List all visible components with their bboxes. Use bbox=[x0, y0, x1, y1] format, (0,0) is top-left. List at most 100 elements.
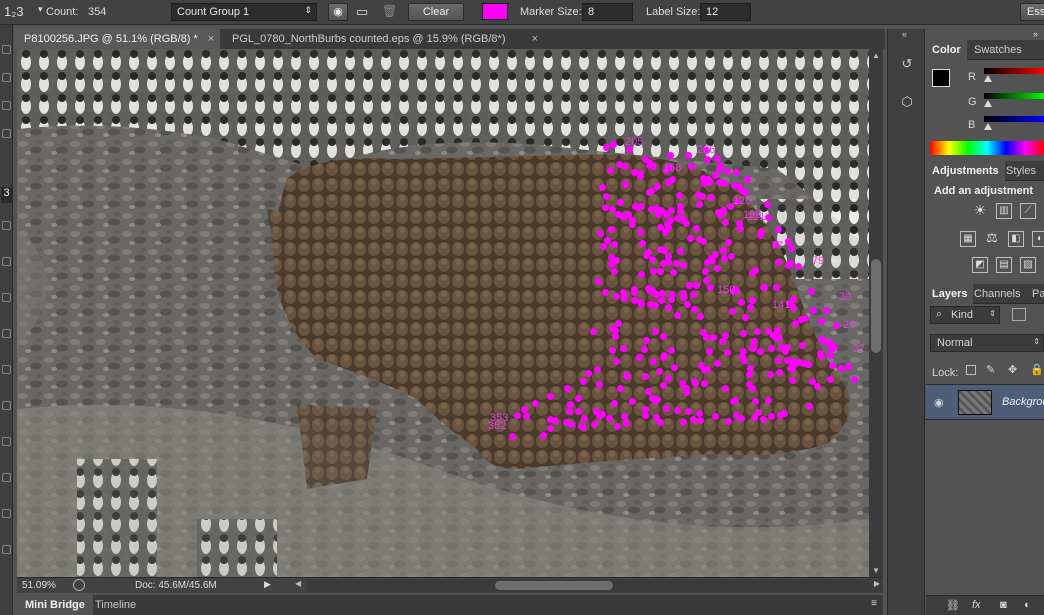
count-marker[interactable] bbox=[663, 404, 670, 412]
count-marker[interactable] bbox=[679, 418, 687, 426]
count-marker[interactable] bbox=[737, 414, 745, 422]
tab-pgl-0780[interactable]: PGL_0780_NorthBurbs counted.eps @ 15.9% … bbox=[222, 29, 544, 49]
count-marker[interactable] bbox=[605, 415, 613, 423]
count-marker[interactable] bbox=[751, 338, 759, 346]
count-marker[interactable] bbox=[653, 204, 660, 212]
count-marker[interactable] bbox=[745, 370, 753, 378]
count-marker[interactable] bbox=[672, 260, 680, 268]
stamp-tool-icon[interactable] bbox=[2, 257, 11, 266]
red-slider-handle-icon[interactable] bbox=[984, 75, 992, 82]
count-marker[interactable] bbox=[765, 214, 773, 222]
layer-filter-kind-select[interactable]: ⌕ Kind ⇕ bbox=[930, 306, 1000, 324]
count-marker[interactable] bbox=[584, 370, 592, 378]
count-marker[interactable] bbox=[665, 304, 673, 312]
count-marker[interactable] bbox=[508, 433, 516, 441]
move-tool-icon[interactable] bbox=[2, 45, 11, 54]
count-marker[interactable] bbox=[581, 415, 589, 423]
count-marker[interactable] bbox=[784, 343, 792, 351]
count-marker[interactable] bbox=[594, 366, 602, 374]
count-marker[interactable] bbox=[657, 296, 665, 304]
tab-paths[interactable]: Pa bbox=[1026, 284, 1044, 304]
count-marker[interactable] bbox=[690, 290, 698, 298]
count-marker[interactable] bbox=[691, 377, 699, 385]
count-marker[interactable] bbox=[656, 368, 664, 376]
count-marker[interactable] bbox=[827, 346, 835, 354]
count-marker[interactable] bbox=[608, 347, 616, 355]
count-marker[interactable] bbox=[664, 220, 672, 228]
count-marker[interactable] bbox=[707, 193, 715, 201]
count-marker[interactable] bbox=[622, 163, 630, 171]
count-marker[interactable] bbox=[611, 326, 619, 334]
count-marker[interactable] bbox=[724, 417, 732, 425]
count-marker[interactable] bbox=[724, 348, 732, 356]
count-marker[interactable] bbox=[676, 247, 684, 255]
count-marker[interactable] bbox=[722, 218, 730, 226]
count-marker[interactable] bbox=[752, 267, 760, 275]
count-marker[interactable] bbox=[696, 200, 704, 208]
label-size-input[interactable]: 12 bbox=[700, 3, 751, 21]
count-marker[interactable] bbox=[714, 360, 722, 368]
count-marker[interactable] bbox=[641, 156, 649, 164]
count-marker[interactable] bbox=[595, 381, 603, 389]
crop-tool-icon[interactable] bbox=[2, 129, 11, 138]
count-marker[interactable] bbox=[547, 425, 555, 433]
count-marker[interactable] bbox=[850, 375, 858, 383]
document-canvas[interactable]: 205 206 120 138 121 77 79 30 27 26 353 3… bbox=[17, 49, 869, 577]
count-marker[interactable] bbox=[616, 385, 624, 393]
clear-button[interactable]: Clear bbox=[408, 3, 464, 21]
count-marker[interactable] bbox=[580, 424, 588, 432]
green-slider[interactable] bbox=[984, 93, 1044, 99]
3d-icon[interactable]: ⬡ bbox=[898, 93, 916, 111]
posterize-icon[interactable]: ▤ bbox=[996, 257, 1012, 273]
count-marker[interactable] bbox=[750, 413, 758, 421]
count-marker[interactable] bbox=[684, 151, 692, 159]
count-marker[interactable] bbox=[520, 405, 528, 413]
count-marker[interactable] bbox=[610, 267, 618, 275]
count-marker[interactable] bbox=[646, 300, 654, 308]
count-marker[interactable] bbox=[766, 370, 774, 378]
count-marker[interactable] bbox=[703, 156, 711, 164]
levels-icon[interactable]: ▥ bbox=[996, 203, 1012, 219]
count-marker[interactable] bbox=[683, 300, 691, 308]
count-marker[interactable] bbox=[597, 230, 605, 238]
count-marker[interactable] bbox=[721, 254, 729, 262]
count-marker[interactable] bbox=[799, 360, 807, 368]
count-marker[interactable] bbox=[687, 162, 695, 170]
count-marker[interactable] bbox=[617, 198, 625, 206]
image-filter-icon[interactable] bbox=[1012, 308, 1026, 321]
blend-mode-select[interactable]: Normal ⇕ bbox=[930, 334, 1044, 352]
count-marker[interactable] bbox=[522, 412, 530, 420]
count-marker[interactable] bbox=[563, 385, 571, 393]
vertical-scroll-thumb[interactable] bbox=[871, 259, 881, 353]
count-marker[interactable] bbox=[712, 412, 720, 420]
count-marker[interactable] bbox=[637, 229, 645, 237]
count-marker[interactable] bbox=[724, 168, 732, 176]
tab-styles[interactable]: Styles bbox=[1000, 161, 1042, 181]
count-marker[interactable] bbox=[711, 251, 719, 259]
count-marker[interactable] bbox=[602, 144, 610, 152]
count-marker[interactable] bbox=[612, 333, 620, 341]
path-select-tool-icon[interactable] bbox=[2, 473, 11, 482]
count-marker[interactable] bbox=[661, 351, 669, 359]
tab-layers[interactable]: Layers bbox=[926, 284, 974, 304]
count-marker[interactable] bbox=[611, 241, 619, 249]
tab-channels[interactable]: Channels bbox=[968, 284, 1026, 304]
count-marker[interactable] bbox=[614, 423, 622, 431]
count-marker[interactable] bbox=[664, 179, 672, 187]
count-marker[interactable] bbox=[689, 416, 697, 424]
count-marker[interactable] bbox=[687, 235, 695, 243]
count-marker[interactable] bbox=[774, 326, 782, 334]
expand-panels-icon[interactable]: » bbox=[1033, 29, 1038, 39]
tab-color[interactable]: Color bbox=[926, 40, 967, 60]
count-marker[interactable] bbox=[788, 366, 796, 374]
count-marker[interactable] bbox=[642, 372, 650, 380]
count-marker[interactable] bbox=[692, 224, 700, 232]
count-marker[interactable] bbox=[655, 211, 663, 219]
panel-menu-icon[interactable]: ≡ bbox=[871, 598, 877, 609]
count-marker[interactable] bbox=[649, 267, 657, 275]
count-marker[interactable] bbox=[637, 271, 645, 279]
count-marker[interactable] bbox=[810, 306, 818, 314]
lock-all-icon[interactable]: 🔒 bbox=[1030, 363, 1044, 376]
count-marker[interactable] bbox=[712, 171, 720, 179]
count-marker[interactable] bbox=[805, 402, 813, 410]
